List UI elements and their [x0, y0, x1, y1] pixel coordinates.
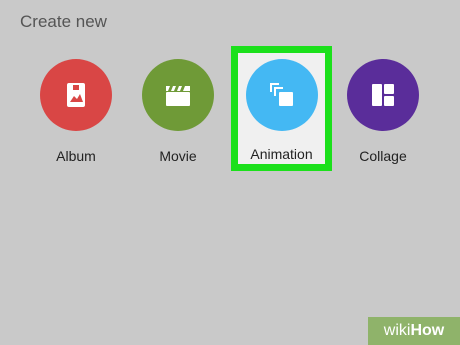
- album-label: Album: [56, 148, 96, 164]
- animation-option[interactable]: Animation: [231, 46, 332, 171]
- photo-album-icon: [67, 83, 85, 107]
- clapperboard-icon: [166, 86, 190, 106]
- movie-label: Movie: [159, 148, 197, 164]
- album-circle[interactable]: [40, 59, 112, 131]
- animation-circle[interactable]: [246, 59, 318, 131]
- collage-grid-icon: [372, 84, 394, 106]
- watermark-part1: wiki: [383, 322, 411, 339]
- collage-option[interactable]: Collage: [333, 47, 433, 175]
- collage-label: Collage: [359, 148, 407, 164]
- wikihow-watermark: wikiHow: [368, 317, 460, 345]
- animation-label: Animation: [250, 146, 313, 162]
- movie-option[interactable]: Movie: [128, 47, 228, 175]
- movie-circle[interactable]: [142, 59, 214, 131]
- create-options: Album Movie Animation Collage: [0, 0, 460, 200]
- stacked-frames-icon: [270, 83, 293, 106]
- album-option[interactable]: Album: [26, 47, 126, 175]
- watermark-part2: How: [410, 322, 445, 339]
- collage-circle[interactable]: [347, 59, 419, 131]
